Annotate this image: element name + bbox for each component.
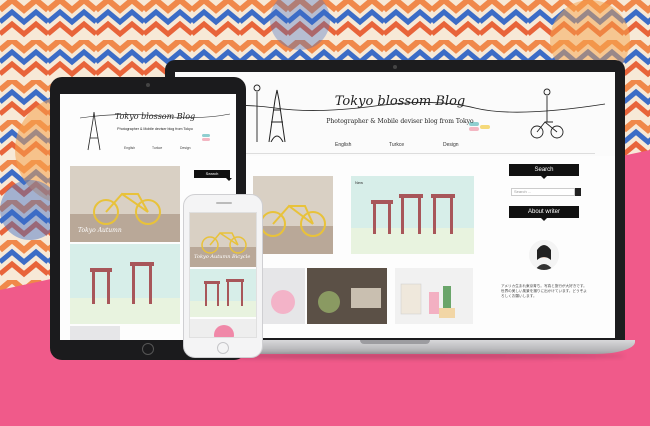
tablet-chairs-photo [70,244,180,324]
writer-avatar [529,240,559,270]
plant-photo [307,268,387,324]
cactus-photo [395,268,473,324]
post-chairs[interactable]: New [351,176,474,254]
nav-item-english[interactable]: English [335,142,351,148]
post-cactus[interactable] [395,268,473,324]
phone-post-bicycle[interactable]: Tokyo Autumn Bicycle [190,213,256,267]
phone-screen: Tokyo Autumn Bicycle [189,212,257,338]
tablet-nav-english[interactable]: English [124,146,135,150]
tablet-macarons-icon [202,134,210,141]
lamp-post-icon [253,84,261,142]
writer-portrait [529,240,559,270]
phone-post-flower[interactable] [190,319,256,337]
laptop-notch [360,340,430,344]
tablet-post-chairs[interactable] [70,244,180,324]
tablet-post-bicycle[interactable]: Tokyo Autumn [70,166,180,242]
nav-item-turkce[interactable]: Turkce [389,142,404,148]
chairs-photo [351,176,474,254]
bicycle-photo [253,176,333,254]
search-button[interactable] [575,188,581,196]
phone-flower-photo [190,319,256,337]
tablet-post-caption: Tokyo Autumn [78,227,122,234]
nav-item-design[interactable]: Design [443,142,459,148]
tablet-camera [146,83,150,87]
tablet-search-title: Search [194,170,232,181]
new-badge: New [355,180,364,185]
tablet-nav-design[interactable]: Design [180,146,191,150]
post-bicycle[interactable] [253,176,333,254]
tablet-blog-title[interactable]: Tokyo blossom Blog [100,112,210,121]
phone-post-caption: Tokyo Autumn Bicycle [194,254,250,260]
blog-title[interactable]: Tokyo blossom Blog [325,94,475,109]
phone-speaker [216,202,232,204]
laptop-camera [393,65,397,69]
phone-chairs-photo [190,269,256,317]
search-input[interactable]: Search ... [511,188,575,196]
tablet-home-button[interactable] [142,343,154,355]
tablet-header-illustration [79,111,231,151]
phone-caption-line1: Tokyo Autumn Bicycle [194,254,251,260]
tablet-post-small[interactable] [70,326,120,340]
tablet-eiffel-icon [87,111,101,151]
phone-post-chairs[interactable] [190,269,256,317]
phone-home-button[interactable] [217,342,229,354]
nav-divider [195,153,595,154]
tablet-blog-tagline: Photographer & Mobile deviser blog from … [117,127,193,131]
eiffel-tower-icon [268,89,286,142]
about-text: アメリカ生まれ東京育ち。写真と旅行が大好きです。世界の美しい風景を撮りに出かけて… [501,284,587,298]
bicycle-icon [530,88,564,139]
tablet-nav-turkce[interactable]: Turkce [152,146,162,150]
phone-mockup: Tokyo Autumn Bicycle [183,194,263,358]
blog-tagline: Photographer & Mobile deviser blog from … [326,118,474,125]
search-title: Search [509,164,579,179]
about-title: About writer [509,206,579,221]
post-plant[interactable] [307,268,387,324]
